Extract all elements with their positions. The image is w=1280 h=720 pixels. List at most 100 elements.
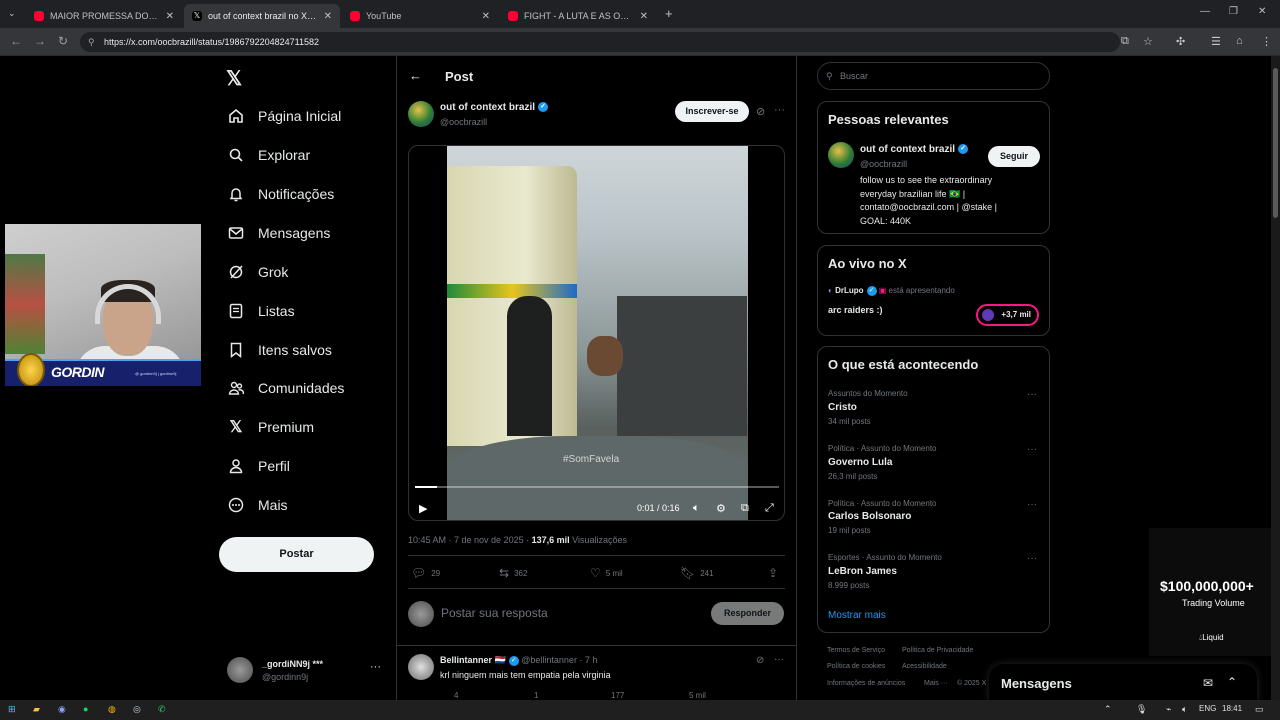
back-icon[interactable]: ← [10,34,22,48]
more-icon[interactable]: ··· [1027,444,1037,455]
extensions-icon[interactable]: ✣ [1176,35,1185,48]
windows-start-icon[interactable]: ⊞ [8,704,16,715]
nav-item-notifications[interactable]: Notificações [228,182,334,206]
menu-icon[interactable]: ⋮ [1261,35,1272,48]
nav-item-grok[interactable]: Grok [228,260,288,284]
settings-icon[interactable]: ⚙ [716,502,726,515]
volume-icon[interactable]: 🔈︎ [1182,704,1187,715]
page-scrollbar[interactable] [1271,56,1280,700]
chrome-icon[interactable]: ◍ [108,704,116,715]
network-icon[interactable]: ⌁ [1166,704,1171,715]
fullscreen-icon[interactable]: ⤢ [765,502,774,515]
person-name-row[interactable]: out of context brazil ✓ [860,144,968,155]
nav-item-lists[interactable]: Listas [228,299,295,323]
clock[interactable]: 18:41 [1222,704,1242,713]
video-progress-bar[interactable] [415,486,779,488]
new-message-icon[interactable]: ✉ [1203,676,1213,690]
footer-link[interactable]: Informações de anúncios [827,680,905,687]
input-language[interactable]: ENG [1199,704,1216,713]
ad-overlay[interactable]: $100,000,000+ Trading Volume 💧︎Liquid [1149,528,1280,656]
live-viewers-pill[interactable]: +3,7 mil [976,304,1039,326]
grok-action-icon[interactable]: ⊘ [756,105,765,118]
search-input[interactable]: ⚲ Buscar [817,62,1050,90]
volume-icon[interactable]: 🔈︎ [693,502,700,515]
more-icon[interactable]: ··· [774,104,785,116]
notifications-icon[interactable]: ▭ [1255,704,1264,715]
reading-list-icon[interactable]: ☰ [1211,35,1221,48]
author-handle[interactable]: @oocbrazill [440,117,487,127]
person-handle[interactable]: @oocbrazill [860,159,907,169]
collapse-icon[interactable]: ⌃ [1227,675,1237,689]
view-count[interactable]: 5 mil [689,691,706,700]
more-icon[interactable]: ··· [370,661,381,673]
x-logo-icon[interactable]: 𝕏 [226,66,242,91]
tab-2[interactable]: 𝕏 out of context brazil no X: "http ✕ [184,4,340,28]
forward-icon[interactable]: → [34,34,46,48]
reply-button[interactable]: Responder [711,602,784,625]
more-icon[interactable]: ··· [1027,553,1037,564]
more-icon[interactable]: ··· [774,654,784,665]
address-bar[interactable]: ⚲ https://x.com/oocbrazill/status/198679… [80,32,1120,52]
close-icon[interactable]: ✕ [166,11,174,22]
close-icon[interactable]: ✕ [324,11,332,22]
reply-action[interactable]: 💬︎ 29 [411,566,440,580]
pip-icon[interactable]: ⧉ [741,502,749,515]
account-switcher[interactable]: _gordiNN9j *** @gordinn9j ··· [227,657,387,685]
video-player[interactable]: #SomFavela ▶ 0:01 / 0:16 🔈︎ ⚙ ⧉ ⤢ [408,145,785,521]
tray-chevron-icon[interactable]: ⌃ [1104,704,1112,715]
subscribe-button[interactable]: Inscrever-se [675,101,749,122]
nav-item-bookmarks[interactable]: Itens salvos [228,338,332,362]
tab-list-icon[interactable]: ⌄ [8,8,16,19]
nav-item-more[interactable]: Mais [228,493,288,517]
reply-author-row[interactable]: Bellintanner 🇳🇱 ✓ @bellintanner · 7 h [440,655,597,666]
nav-item-communities[interactable]: Comunidades [228,376,344,400]
more-icon[interactable]: ··· [1027,389,1037,400]
like-count[interactable]: 177 [611,691,624,700]
file-explorer-icon[interactable]: ▰ [33,704,40,715]
spotify-icon[interactable]: ● [83,704,88,714]
nav-item-explore[interactable]: Explorar [228,143,310,167]
footer-link[interactable]: Mais ··· [924,680,948,687]
tab-1[interactable]: MAIOR PROMESSA DO BASQU... ✕ [26,4,182,28]
footer-link[interactable]: Acessibilidade [902,663,947,670]
reply-author-avatar[interactable] [408,654,434,680]
scrollbar-thumb[interactable] [1273,68,1278,218]
bookmark-action[interactable]: 🔖︎ 241 [680,566,714,580]
live-host-row[interactable]: ◐ DrLupo ✓ ▣ está apresentando [828,286,955,296]
tab-3[interactable]: YouTube ✕ [342,4,498,28]
minimize-icon[interactable]: — [1200,6,1210,17]
nav-item-home[interactable]: Página Inicial [228,104,341,128]
share-action[interactable]: ⇪ [768,566,783,580]
profile-icon[interactable]: ⌂ [1236,35,1243,47]
whatsapp-icon[interactable]: ✆ [158,704,166,715]
close-icon[interactable]: ✕ [640,11,648,22]
follow-button[interactable]: Seguir [988,146,1040,167]
cast-icon[interactable]: ⧉ [1121,35,1129,48]
restore-icon[interactable]: ❐ [1229,6,1238,17]
reload-icon[interactable]: ↻ [58,34,68,48]
messages-drawer[interactable]: Mensagens ✉ ⌃ [989,664,1257,704]
close-icon[interactable]: ✕ [482,11,490,22]
stream-title[interactable]: arc raiders :) [828,305,883,315]
post-button[interactable]: Postar [219,537,374,572]
like-action[interactable]: ♡ 5 mil [590,566,623,580]
grok-action-icon[interactable]: ⊘ [756,655,764,666]
play-icon[interactable]: ▶ [419,502,427,515]
person-avatar[interactable] [828,142,854,168]
site-info-icon[interactable]: ⚲ [88,32,95,52]
author-avatar[interactable] [408,101,434,127]
nav-item-premium[interactable]: 𝕏 Premium [228,415,314,439]
show-more-link[interactable]: Mostrar mais [828,610,886,621]
footer-link[interactable]: Termos de Serviço [827,647,885,654]
new-tab-button[interactable]: + [665,6,673,21]
nav-item-messages[interactable]: Mensagens [228,221,330,245]
tab-4[interactable]: FIGHT - A LUTA E AS OPERAÇÕ... ✕ [500,4,656,28]
more-icon[interactable]: ··· [1027,499,1037,510]
repost-count[interactable]: 1 [534,691,538,700]
footer-link[interactable]: Política de Privacidade [902,647,973,654]
reply-input[interactable]: Postar sua resposta [441,606,548,620]
discord-icon[interactable]: ◉ [58,704,66,715]
bookmark-star-icon[interactable]: ☆ [1143,35,1153,48]
nav-item-profile[interactable]: Perfil [228,454,290,478]
close-window-icon[interactable]: ✕ [1258,6,1266,17]
